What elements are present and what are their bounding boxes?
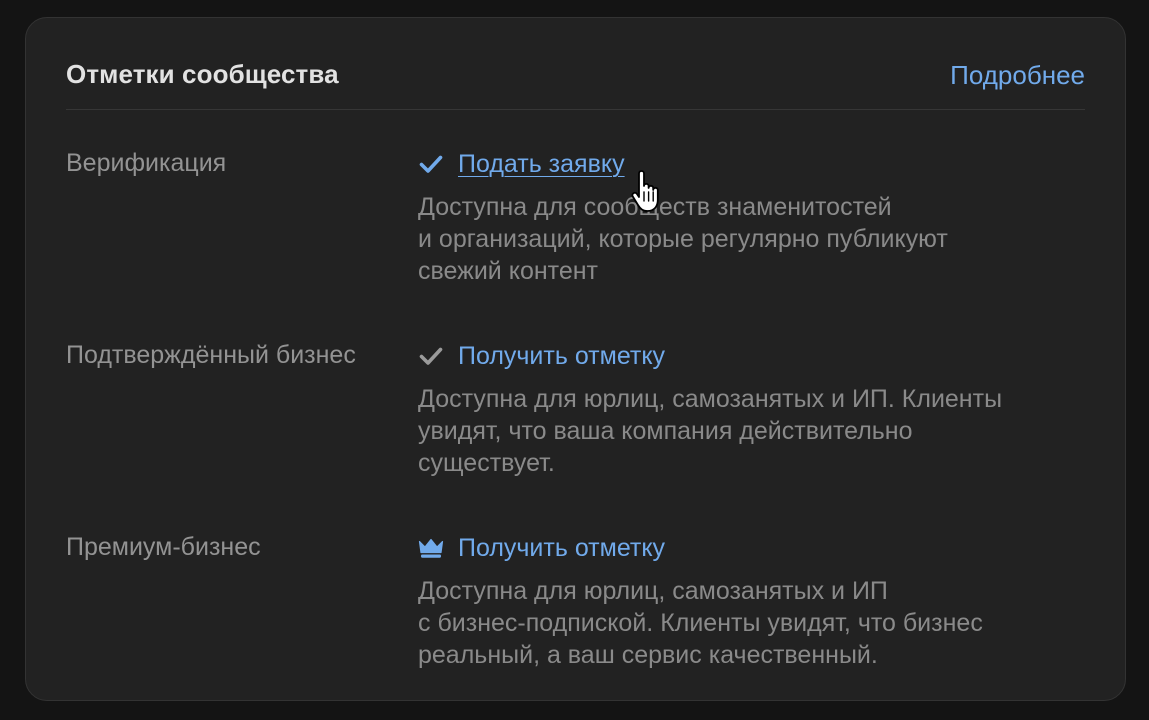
- card-header: Отметки сообщества Подробнее: [66, 18, 1085, 110]
- community-badges-card: Отметки сообщества Подробнее Верификация…: [25, 17, 1126, 701]
- row-content-verified-business: Получить отметку Доступна для юрлиц, сам…: [418, 341, 1078, 479]
- row-description-verification: Доступна для сообществ знаменитостей и о…: [418, 191, 1078, 287]
- description-line: Доступна для сообществ знаменитостей: [418, 193, 892, 221]
- apply-link[interactable]: Подать заявку: [458, 150, 625, 179]
- description-line: увидят, что ваша компания действительно: [418, 417, 913, 445]
- row-content-verification: Подать заявку Доступна для сообществ зна…: [418, 149, 1078, 287]
- checkmark-icon: [418, 343, 444, 369]
- description-line: реальный, а ваш сервис качественный.: [418, 641, 878, 669]
- row-label-verification: Верификация: [66, 149, 227, 177]
- row-description-premium-business: Доступна для юрлиц, самозанятых и ИП с б…: [418, 575, 1078, 671]
- description-line: Доступна для юрлиц, самозанятых и ИП. Кл…: [418, 385, 1003, 413]
- row-description-verified-business: Доступна для юрлиц, самозанятых и ИП. Кл…: [418, 383, 1078, 479]
- get-premium-badge-link[interactable]: Получить отметку: [458, 534, 665, 563]
- checkmark-icon: [418, 151, 444, 177]
- apply-action[interactable]: Подать заявку: [418, 149, 1078, 179]
- more-link[interactable]: Подробнее: [950, 60, 1085, 91]
- description-line: существует.: [418, 449, 555, 477]
- description-line: Доступна для юрлиц, самозанятых и ИП: [418, 577, 888, 605]
- description-line: с бизнес-подпиской. Клиенты увидят, что …: [418, 609, 983, 637]
- row-label-verified-business: Подтверждённый бизнес: [66, 341, 356, 369]
- get-badge-link[interactable]: Получить отметку: [458, 342, 665, 371]
- row-label-premium-business: Премиум-бизнес: [66, 533, 261, 561]
- get-badge-action[interactable]: Получить отметку: [418, 341, 1078, 371]
- row-content-premium-business: Получить отметку Доступна для юрлиц, сам…: [418, 533, 1078, 671]
- description-line: и организаций, которые регулярно публику…: [418, 225, 948, 253]
- get-premium-badge-action[interactable]: Получить отметку: [418, 533, 1078, 563]
- description-line: свежий контент: [418, 257, 598, 285]
- crown-icon: [418, 535, 444, 561]
- card-title: Отметки сообщества: [66, 59, 339, 89]
